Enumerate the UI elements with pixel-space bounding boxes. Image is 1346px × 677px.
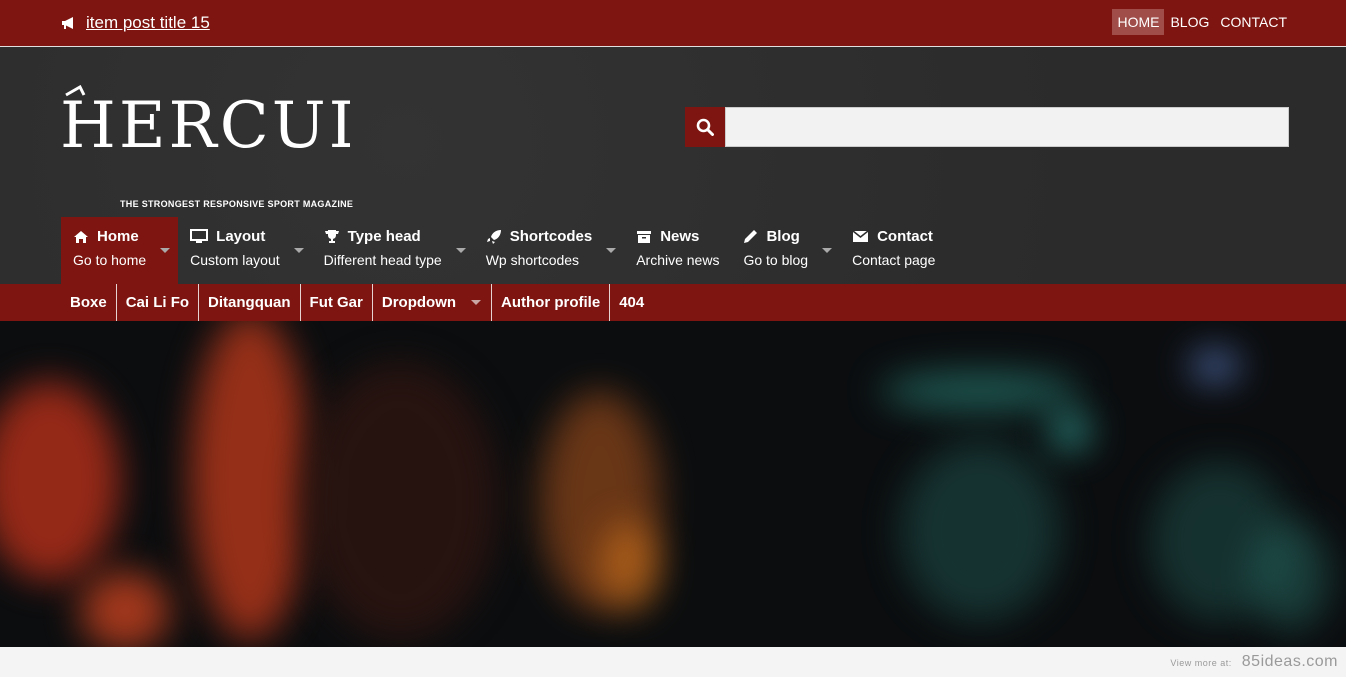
site-logo[interactable]: HERCULES THE STRONGEST RESPONSIVE SPORT …	[60, 84, 468, 209]
top-nav: HOME BLOG CONTACT	[1111, 9, 1292, 35]
archive-icon	[637, 230, 652, 243]
rocket-icon	[486, 229, 501, 244]
trophy-icon	[324, 230, 339, 243]
main-nav-home-subtitle: Go to home	[73, 252, 147, 268]
main-nav-home-title: Home	[97, 228, 139, 245]
logo-mark: HERCULES	[60, 84, 468, 163]
category-cai-li-fo[interactable]: Cai Li Fo	[117, 284, 200, 321]
search-input[interactable]	[725, 107, 1289, 147]
main-nav-type-head-subtitle: Different head type	[323, 252, 442, 268]
main-nav-type-head[interactable]: Type head Different head type	[312, 217, 474, 284]
ticker-link[interactable]: item post title 15	[86, 13, 210, 33]
envelope-icon	[852, 230, 869, 242]
main-nav-contact[interactable]: Contact Contact page	[840, 217, 947, 284]
credit-site[interactable]: 85ideas.com	[1242, 653, 1338, 671]
top-bar: item post title 15 HOME BLOG CONTACT	[0, 0, 1346, 47]
category-dropdown-label: Dropdown	[381, 294, 457, 311]
search-icon	[696, 118, 714, 136]
main-nav-shortcodes-subtitle: Wp shortcodes	[485, 252, 580, 268]
category-nav: Boxe Cai Li Fo Ditangquan Fut Gar Dropdo…	[0, 284, 1346, 321]
megaphone-icon	[62, 17, 73, 29]
main-nav: Home Go to home Layout Custom layout Typ…	[61, 217, 947, 284]
news-ticker: item post title 15	[60, 10, 210, 36]
main-nav-layout[interactable]: Layout Custom layout	[178, 217, 311, 284]
svg-text:HERCULES: HERCULES	[60, 89, 350, 155]
chevron-down-icon	[160, 248, 171, 253]
category-404[interactable]: 404	[610, 284, 653, 321]
chevron-down-icon	[606, 248, 617, 253]
credit: View more at: 85ideas.com	[1170, 653, 1338, 671]
category-dropdown[interactable]: Dropdown	[373, 284, 493, 321]
home-icon	[74, 230, 88, 243]
credit-prefix: View more at:	[1170, 658, 1232, 668]
main-nav-contact-subtitle: Contact page	[852, 252, 936, 268]
main-nav-blog-subtitle: Go to blog	[743, 252, 809, 268]
chevron-down-icon	[471, 300, 482, 305]
main-nav-shortcodes-title: Shortcodes	[509, 228, 593, 245]
main-nav-contact-title: Contact	[877, 228, 933, 245]
chevron-down-icon	[455, 248, 466, 253]
main-nav-layout-title: Layout	[216, 228, 266, 245]
monitor-icon	[190, 229, 209, 243]
main-nav-type-head-title: Type head	[347, 228, 421, 245]
chevron-down-icon	[293, 248, 304, 253]
search-bar	[685, 107, 1289, 147]
main-nav-news[interactable]: News Archive news	[624, 217, 731, 284]
main-nav-layout-subtitle: Custom layout	[190, 252, 280, 268]
top-nav-blog[interactable]: BLOG	[1165, 9, 1214, 35]
logo-tagline: THE STRONGEST RESPONSIVE SPORT MAGAZINE	[120, 199, 354, 209]
hero-image	[0, 321, 1346, 647]
category-fut-gar[interactable]: Fut Gar	[301, 284, 373, 321]
main-nav-shortcodes[interactable]: Shortcodes Wp shortcodes	[474, 217, 625, 284]
pencil-icon	[744, 230, 758, 243]
main-nav-blog[interactable]: Blog Go to blog	[731, 217, 840, 284]
chevron-down-icon	[822, 248, 833, 253]
category-author-profile[interactable]: Author profile	[492, 284, 611, 321]
search-button[interactable]	[685, 107, 725, 147]
footer-strip: View more at: 85ideas.com	[0, 647, 1346, 677]
main-nav-home[interactable]: Home Go to home	[61, 217, 179, 284]
site-header: HERCULES THE STRONGEST RESPONSIVE SPORT …	[0, 47, 1346, 284]
top-nav-home[interactable]: HOME	[1112, 9, 1165, 35]
main-nav-blog-title: Blog	[766, 228, 800, 245]
main-nav-news-title: News	[660, 228, 700, 245]
category-boxe[interactable]: Boxe	[61, 284, 117, 321]
main-nav-news-subtitle: Archive news	[636, 252, 720, 268]
category-ditangquan[interactable]: Ditangquan	[199, 284, 301, 321]
top-nav-contact[interactable]: CONTACT	[1215, 9, 1292, 35]
